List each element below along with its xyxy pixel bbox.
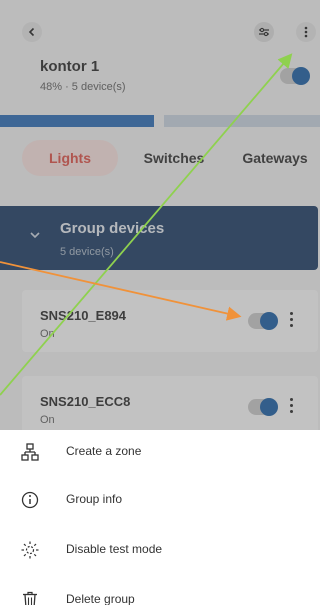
device-state: On (40, 328, 55, 340)
zone-icon (21, 443, 39, 461)
group-devices-title: Group devices (60, 220, 165, 237)
filter-button[interactable] (254, 22, 274, 42)
test-mode-icon (21, 541, 39, 559)
menu-item-create-zone[interactable]: Create a zone (0, 432, 320, 472)
menu-item-label: Disable test mode (66, 542, 163, 556)
menu-item-delete-group[interactable]: Delete group (0, 580, 320, 605)
device-more-button[interactable] (288, 398, 294, 416)
toggle-knob (292, 67, 310, 85)
toggle-knob (260, 312, 278, 330)
group-subtitle: 48% · 5 device(s) (40, 81, 126, 93)
trash-icon (23, 591, 37, 605)
sliders-icon (259, 27, 269, 37)
tab-gateways[interactable]: Gateways (230, 140, 320, 176)
menu-item-group-info[interactable]: Group info (0, 480, 320, 520)
tab-lights[interactable]: Lights (22, 140, 118, 176)
device-toggle[interactable] (248, 312, 278, 330)
group-power-toggle[interactable] (280, 67, 310, 85)
device-toggle[interactable] (248, 398, 278, 416)
info-icon (21, 491, 39, 509)
group-devices-count: 5 device(s) (60, 246, 114, 258)
device-name: SNS210_ECC8 (40, 394, 131, 409)
group-devices-header[interactable]: Group devices 5 device(s) (0, 206, 318, 270)
group-title: kontor 1 (40, 58, 100, 75)
device-row[interactable]: SNS210_ECC8 On (22, 376, 318, 430)
chevron-left-icon (28, 27, 35, 37)
progress-handle[interactable] (154, 115, 164, 127)
brightness-progress-bar[interactable] (0, 115, 320, 127)
toggle-knob (260, 398, 278, 416)
device-name: SNS210_E894 (40, 308, 127, 323)
menu-item-label: Group info (66, 492, 123, 506)
menu-item-disable-test-mode[interactable]: Disable test mode (0, 530, 320, 570)
more-options-button[interactable] (296, 22, 316, 42)
back-button[interactable] (22, 22, 42, 42)
device-type-tabs: Lights Switches Gateways (0, 140, 320, 176)
device-row[interactable]: SNS210_E894 On (22, 290, 318, 352)
kebab-icon (304, 26, 308, 38)
progress-fill (0, 115, 154, 127)
tab-switches[interactable]: Switches (132, 140, 216, 176)
menu-item-label: Create a zone (66, 444, 142, 458)
group-options-sheet: Create a zone Group info Disable test mo… (0, 430, 320, 605)
device-state: On (40, 414, 55, 426)
menu-item-label: Delete group (66, 592, 135, 605)
device-more-button[interactable] (288, 312, 294, 330)
chevron-down-icon (30, 232, 40, 239)
group-detail-screen: kontor 1 48% · 5 device(s) Lights Switch… (0, 0, 320, 430)
